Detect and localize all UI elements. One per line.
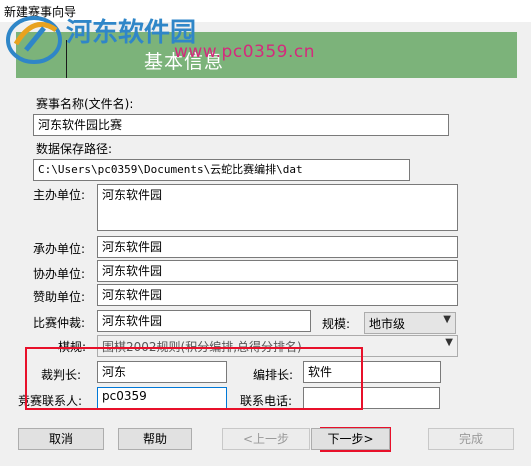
scale-select[interactable]: 地市级 ▼	[364, 312, 456, 334]
finish-button[interactable]: 完成	[428, 428, 514, 450]
highlight-box-referee	[25, 347, 363, 410]
save-path-field[interactable]: C:\Users\pc0359\Documents\云蛇比赛编排\dat	[33, 159, 410, 181]
scale-label: 规模:	[322, 317, 351, 331]
arbitration-field[interactable]: 河东软件园	[97, 310, 311, 332]
organizer-label: 承办单位:	[33, 242, 86, 256]
help-button[interactable]: 帮助	[118, 428, 192, 450]
arbitration-label: 比赛仲裁:	[33, 316, 86, 330]
coorganizer-label: 协办单位:	[33, 267, 86, 281]
event-name-label: 赛事名称(文件名):	[36, 97, 134, 111]
event-name-field[interactable]: 河东软件园比赛	[33, 114, 449, 136]
cancel-button[interactable]: 取消	[18, 428, 104, 450]
chevron-down-icon: ▼	[443, 314, 451, 325]
save-path-label: 数据保存路径:	[36, 142, 113, 156]
host-label: 主办单位:	[33, 188, 86, 202]
organizer-field[interactable]: 河东软件园	[97, 236, 458, 258]
scale-value: 地市级	[369, 317, 406, 331]
watermark-logo-icon	[6, 16, 62, 64]
host-field[interactable]: 河东软件园	[97, 184, 458, 231]
sponsor-field[interactable]: 河东软件园	[97, 284, 458, 306]
watermark-url: www.pc0359.cn	[174, 42, 315, 62]
sponsor-label: 赞助单位:	[33, 290, 86, 304]
coorganizer-field[interactable]: 河东软件园	[97, 260, 458, 282]
prev-button[interactable]: <上一步	[222, 428, 310, 450]
next-button[interactable]: 下一步>	[311, 428, 390, 450]
chevron-down-icon: ▼	[445, 337, 453, 348]
